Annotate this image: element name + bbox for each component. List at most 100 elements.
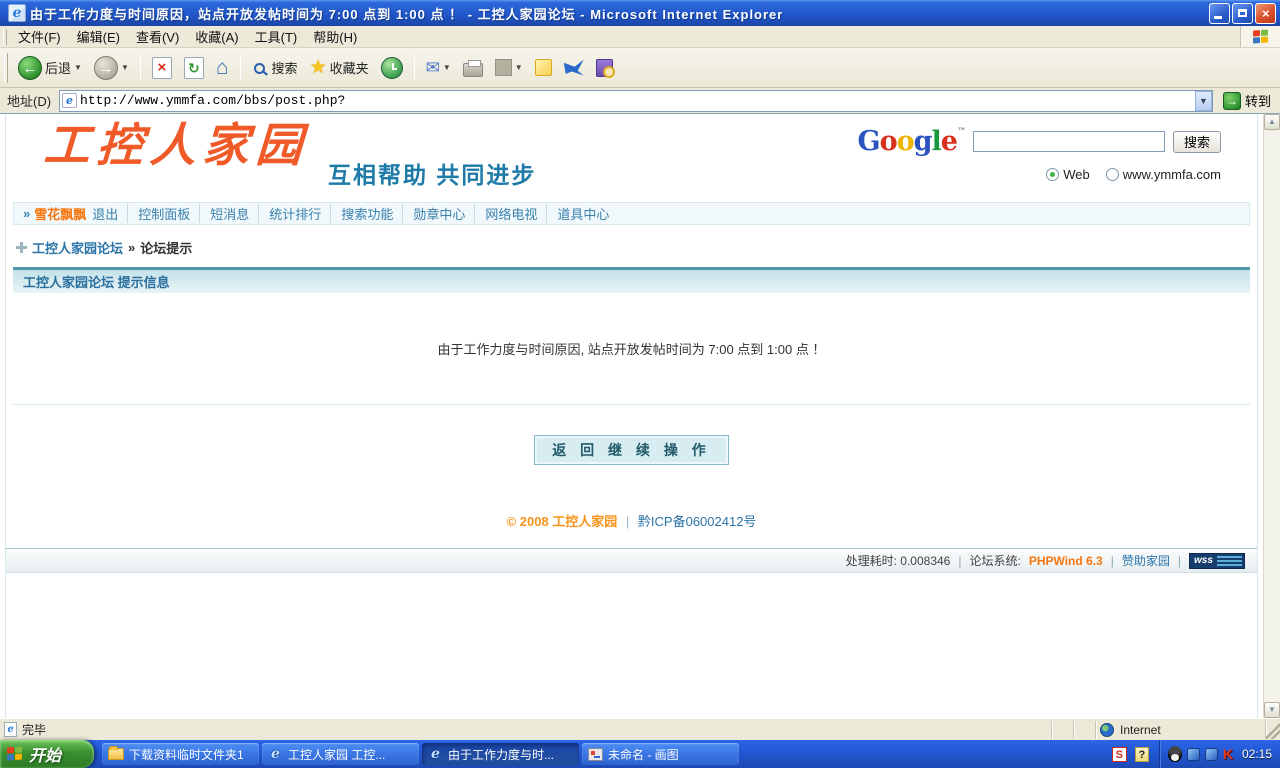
book-search-icon xyxy=(596,59,613,77)
forward-button[interactable]: → ▼ xyxy=(90,54,133,82)
nav-item-messages[interactable]: 短消息 xyxy=(199,204,249,223)
task-folder-window[interactable]: 下载资料临时文件夹1 xyxy=(102,743,259,765)
wss-label: wss xyxy=(1190,556,1217,566)
notes-button[interactable] xyxy=(531,57,556,78)
paint-icon xyxy=(588,748,603,761)
address-input[interactable] xyxy=(80,93,1195,108)
footer-strip: 处理耗时: 0.008346 | 论坛系统: PHPWind 6.3 | 赞助家… xyxy=(6,548,1257,573)
phpwind-link[interactable]: PHPWind 6.3 xyxy=(1029,554,1103,568)
ie-app-icon: e xyxy=(8,4,26,22)
kmplayer-tray-icon[interactable]: K xyxy=(1223,746,1233,762)
task-paint[interactable]: 未命名 - 画图 xyxy=(582,743,739,765)
home-button[interactable]: ⌂ xyxy=(212,55,233,81)
close-button[interactable]: × xyxy=(1255,3,1276,24)
windows-logo-box xyxy=(1240,26,1280,47)
toolbar-grip[interactable] xyxy=(4,53,8,83)
scroll-up-button[interactable]: ▲ xyxy=(1264,114,1280,130)
flashget-button[interactable] xyxy=(560,58,588,78)
restore-button[interactable] xyxy=(1232,3,1253,24)
address-dropdown-icon[interactable]: ▼ xyxy=(1195,91,1212,111)
go-arrow-icon: → xyxy=(1223,92,1241,110)
radio-site-label: www.ymmfa.com xyxy=(1123,167,1221,182)
home-icon: ⌂ xyxy=(216,57,229,79)
favorites-label: 收藏夹 xyxy=(330,58,369,77)
favorites-button[interactable]: ★ 收藏夹 xyxy=(306,54,373,81)
statusbar: e 完毕 Internet xyxy=(0,718,1280,740)
task-ie-forum[interactable]: e 工控人家园 工控... xyxy=(262,743,419,765)
wss-badge[interactable]: wss xyxy=(1189,553,1245,569)
stop-button[interactable]: × xyxy=(148,55,176,81)
vertical-scrollbar[interactable]: ▲ ▼ xyxy=(1263,114,1280,718)
messenger-tray-icon[interactable] xyxy=(1187,748,1200,761)
nav-username[interactable]: 雪花飘飘 xyxy=(34,204,86,223)
footer-separator: | xyxy=(1111,554,1114,568)
research-button[interactable] xyxy=(592,57,617,79)
browser-toolbar: ← 后退 ▼ → ▼ × ↻ ⌂ 搜索 ★ 收藏夹 ✉ ▼ ▼ xyxy=(0,48,1280,88)
nav-item-rankings[interactable]: 统计排行 xyxy=(258,204,321,223)
user-navbar: » 雪花飘飘 退出 控制面板 短消息 统计排行 搜索功能 勋章中心 网络电视 道… xyxy=(13,202,1250,225)
edit-icon xyxy=(495,59,512,76)
menu-view[interactable]: 查看(V) xyxy=(128,25,187,48)
menu-file[interactable]: 文件(F) xyxy=(10,25,69,48)
menu-grip[interactable] xyxy=(3,29,7,45)
resize-grip[interactable] xyxy=(1266,721,1280,739)
nav-item-control-panel[interactable]: 控制面板 xyxy=(127,204,190,223)
nav-item-medals[interactable]: 勋章中心 xyxy=(402,204,465,223)
nav-item-search[interactable]: 搜索功能 xyxy=(330,204,393,223)
titlebar: e 由于工作力度与时间原因，站点开放发帖时间为 7:00 点到 1:00 点 ！… xyxy=(0,0,1280,26)
sponsor-link[interactable]: 赞助家园 xyxy=(1122,552,1170,569)
edit-button[interactable]: ▼ xyxy=(491,57,527,78)
google-search-button[interactable]: 搜索 xyxy=(1173,131,1221,153)
google-search-input[interactable] xyxy=(973,131,1165,152)
sogou-ime-icon[interactable]: S xyxy=(1112,747,1127,762)
menu-favorites[interactable]: 收藏(A) xyxy=(187,25,246,48)
edit-dropdown-icon: ▼ xyxy=(515,63,523,72)
footer-separator: | xyxy=(1178,554,1181,568)
messenger-tray-icon[interactable] xyxy=(1205,748,1218,761)
return-button[interactable]: 返 回 继 续 操 作 xyxy=(534,435,728,465)
radio-site-icon[interactable] xyxy=(1106,168,1119,181)
breadcrumb-forum-link[interactable]: 工控人家园论坛 xyxy=(32,238,123,257)
nav-item-logout[interactable]: 退出 xyxy=(92,204,118,223)
icp-license-link[interactable]: 黔ICP备06002412号 xyxy=(638,514,757,529)
scroll-down-button[interactable]: ▼ xyxy=(1264,702,1280,718)
radio-web-icon[interactable] xyxy=(1046,168,1059,181)
document-icon: e xyxy=(4,722,17,737)
minimize-button[interactable] xyxy=(1209,3,1230,24)
search-icon xyxy=(254,63,265,74)
mail-button[interactable]: ✉ ▼ xyxy=(422,56,455,80)
go-label: 转到 xyxy=(1245,91,1271,110)
menu-edit[interactable]: 编辑(E) xyxy=(69,25,128,48)
start-button[interactable]: 开始 xyxy=(0,740,94,768)
menu-help[interactable]: 帮助(H) xyxy=(305,25,365,48)
page-favicon: e xyxy=(62,93,77,108)
copyright-separator: | xyxy=(626,514,629,529)
note-icon xyxy=(535,59,552,76)
nav-item-props[interactable]: 道具中心 xyxy=(546,204,609,223)
back-button[interactable]: ← 后退 ▼ xyxy=(14,54,86,82)
status-pane xyxy=(1074,721,1096,739)
radio-web-option[interactable]: Web xyxy=(1046,167,1090,182)
refresh-button[interactable]: ↻ xyxy=(180,55,208,81)
radio-site-option[interactable]: www.ymmfa.com xyxy=(1106,167,1221,182)
status-pane xyxy=(1052,721,1074,739)
task-ie-notice-active[interactable]: e 由于工作力度与时... xyxy=(422,743,579,765)
breadcrumb-current: 论坛提示 xyxy=(140,238,192,257)
google-logo: Google™ xyxy=(858,128,965,155)
copyright-site-link[interactable]: © 2008 工控人家园 xyxy=(507,514,618,529)
ime-help-icon[interactable]: ? xyxy=(1135,747,1149,762)
notice-panel: 工控人家园论坛 提示信息 由于工作力度与时间原因, 站点开放发帖时间为 7:00… xyxy=(13,267,1250,405)
forward-icon: → xyxy=(94,56,118,80)
go-button[interactable]: → 转到 xyxy=(1217,90,1277,111)
taskbar: 开始 下载资料临时文件夹1 e 工控人家园 工控... e 由于工作力度与时..… xyxy=(0,740,1280,768)
qq-tray-icon[interactable] xyxy=(1168,746,1182,762)
history-button[interactable] xyxy=(377,55,407,81)
print-button[interactable] xyxy=(459,57,487,79)
internet-globe-icon xyxy=(1100,723,1114,737)
close-icon: × xyxy=(1256,4,1275,23)
nav-item-web-tv[interactable]: 网络电视 xyxy=(474,204,537,223)
search-button[interactable]: 搜索 xyxy=(248,56,302,79)
menu-tools[interactable]: 工具(T) xyxy=(247,25,306,48)
browser-viewport: 工控人家园 互相帮助 共同进步 Google™ 搜索 Web www.ymmfa… xyxy=(0,114,1280,718)
forum-system-label: 论坛系统: xyxy=(969,552,1020,569)
